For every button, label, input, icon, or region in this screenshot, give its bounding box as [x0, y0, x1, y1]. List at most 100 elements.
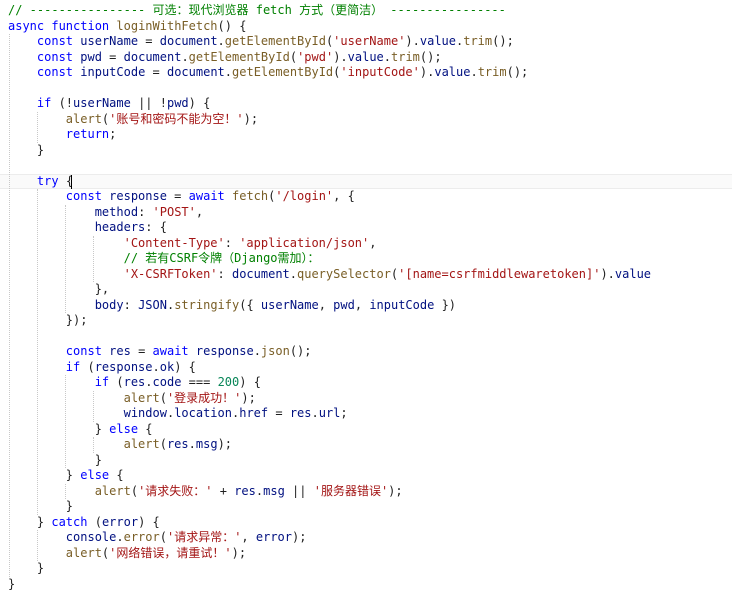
- code-line[interactable]: // ---------------- 可选：现代浏览器 fetch 方式（更简…: [8, 3, 506, 19]
- code-line[interactable]: headers: {: [8, 220, 167, 236]
- code-token: () {: [217, 18, 247, 33]
- code-token: '/login': [275, 189, 334, 203]
- code-token: });: [65, 313, 88, 327]
- code-token: .: [217, 34, 225, 48]
- code-line[interactable]: method: 'POST',: [8, 205, 203, 221]
- code-line[interactable]: 'Content-Type': 'application/json',: [8, 235, 377, 252]
- code-token: , {: [333, 189, 355, 203]
- code-line[interactable]: if (response.ok) {: [8, 360, 196, 376]
- code-line[interactable]: },: [8, 282, 109, 298]
- code-token: msg: [195, 437, 218, 451]
- code-token: response: [109, 189, 167, 203]
- code-line[interactable]: alert('登录成功！');: [8, 391, 256, 407]
- code-token: '登录成功！': [166, 390, 242, 405]
- code-token: try: [36, 173, 59, 188]
- code-token: href: [239, 406, 269, 420]
- code-token: {: [138, 421, 153, 436]
- code-line[interactable]: }: [8, 453, 102, 469]
- code-token: ();: [289, 344, 312, 358]
- code-token: (: [159, 530, 167, 544]
- code-token: method: [94, 204, 139, 219]
- code-token: '网络错误，请重试！': [109, 545, 232, 560]
- code-editor[interactable]: // ---------------- 可选：现代浏览器 fetch 方式（更简…: [0, 0, 732, 596]
- code-token: await: [188, 189, 225, 203]
- code-line[interactable]: const inputCode = document.getElementByI…: [8, 65, 528, 81]
- code-token: if: [36, 96, 52, 110]
- code-token: 'userName': [333, 34, 406, 48]
- code-token: :: [138, 204, 153, 219]
- code-line[interactable]: }: [8, 561, 44, 577]
- code-token: catch: [51, 514, 88, 529]
- code-line[interactable]: alert('账号和密码不能为空！');: [8, 112, 258, 128]
- code-token: .: [311, 406, 319, 420]
- code-line[interactable]: });: [8, 313, 88, 329]
- code-line[interactable]: body: JSON.stringify({ userName, pwd, in…: [8, 298, 456, 314]
- code-line[interactable]: console.error('请求异常：', error);: [8, 530, 307, 546]
- code-token: const: [65, 344, 102, 358]
- code-line[interactable]: } else {: [8, 422, 153, 438]
- code-token: res: [123, 375, 146, 389]
- code-token: ;: [109, 127, 117, 141]
- code-line[interactable]: 'X-CSRFToken': document.querySelector('[…: [8, 267, 651, 283]
- code-line[interactable]: const res = await response.json();: [8, 344, 312, 360]
- code-token: body: [94, 297, 124, 312]
- code-line[interactable]: if (res.code === 200) {: [8, 375, 261, 391]
- code-token: }: [8, 576, 16, 591]
- code-line[interactable]: } else {: [8, 468, 124, 484]
- code-token: '账号和密码不能为空！': [109, 111, 244, 126]
- code-token: );: [241, 390, 256, 405]
- code-token: stringify: [174, 297, 240, 312]
- code-token: value: [347, 49, 384, 64]
- code-line[interactable]: const response = await fetch('/login', {: [8, 189, 355, 205]
- code-line[interactable]: const pwd = document.getElementById('pwd…: [8, 50, 442, 66]
- code-token: );: [217, 437, 233, 451]
- code-line[interactable]: alert(res.msg);: [8, 437, 232, 453]
- code-token: );: [231, 545, 247, 560]
- code-token: .: [383, 49, 391, 64]
- code-token: }: [65, 499, 74, 513]
- code-token: ) {: [174, 359, 196, 374]
- code-token: code: [152, 375, 182, 389]
- code-line[interactable]: const userName = document.getElementById…: [8, 34, 514, 50]
- code-line[interactable]: }: [8, 577, 15, 593]
- code-line[interactable]: alert('请求失败：' + res.msg || '服务器错误');: [8, 484, 403, 500]
- code-token: .: [181, 49, 189, 64]
- code-token: ok: [159, 359, 175, 374]
- code-line[interactable]: window.location.href = res.url;: [8, 406, 348, 422]
- code-token: );: [243, 111, 259, 126]
- code-token: .: [116, 530, 124, 544]
- code-line[interactable]: try {: [8, 174, 73, 190]
- code-line[interactable]: if (!userName || !pwd) {: [8, 96, 210, 112]
- code-line[interactable]: } catch (error) {: [8, 515, 160, 531]
- code-token: 'Content-Type': [123, 235, 225, 250]
- code-token: ,: [354, 297, 370, 312]
- code-line[interactable]: // 若有CSRF令牌（Django需加）：: [8, 251, 320, 267]
- code-token: '[name=csrfmiddlewaretoken]': [398, 266, 601, 281]
- code-line[interactable]: }: [8, 143, 44, 159]
- code-line[interactable]: return;: [8, 127, 117, 143]
- code-line[interactable]: alert('网络错误，请重试！');: [8, 546, 246, 562]
- code-token: .: [188, 437, 196, 451]
- code-line[interactable]: }: [8, 499, 73, 515]
- code-token: fetch: [232, 189, 269, 203]
- code-line[interactable]: async function loginWithFetch() {: [8, 19, 246, 35]
- code-token: error: [123, 530, 160, 544]
- code-token: headers: [94, 220, 146, 234]
- code-token: alert: [94, 483, 131, 498]
- code-token: pwd: [80, 49, 102, 64]
- code-token: (: [289, 49, 298, 64]
- code-token: 'application/json': [239, 235, 370, 250]
- code-token: JSON: [138, 297, 167, 312]
